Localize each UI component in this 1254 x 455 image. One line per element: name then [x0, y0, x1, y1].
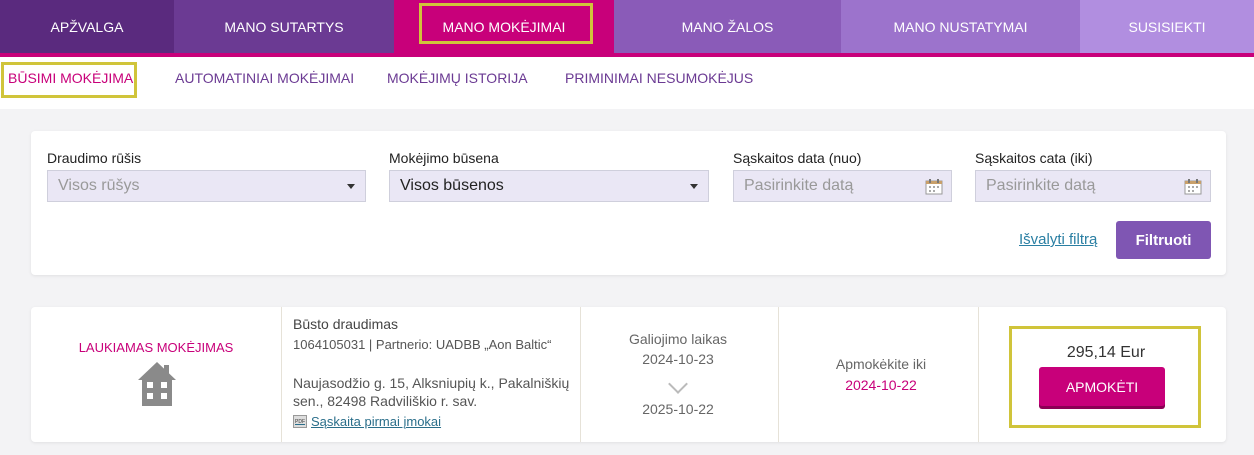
invoice-from-label: Sąskaitos data (nuo) — [733, 150, 862, 166]
filter-panel: Draudimo rūšis Visos rūšys Mokėjimo būse… — [31, 131, 1226, 275]
invoice-to-date-field[interactable]: Pasirinkite datą — [975, 170, 1211, 202]
nav-claims[interactable]: MANO ŽALOS — [614, 0, 841, 53]
chevron-down-icon — [668, 374, 688, 394]
invoice-to-placeholder: Pasirinkite datą — [986, 177, 1096, 194]
validity-to: 2025-10-22 — [642, 401, 714, 417]
validity-from: 2024-10-23 — [642, 351, 714, 367]
calendar-icon[interactable] — [1184, 178, 1202, 195]
column-divider — [580, 307, 581, 442]
pdf-icon: PDF — [293, 415, 307, 428]
nav-settings[interactable]: MANO NUSTATYMAI — [841, 0, 1080, 53]
invoice-link[interactable]: PDF Sąskaita pirmai įmokai — [293, 414, 441, 429]
sub-navigation: BŪSIMI MOKĖJIMAI AUTOMATINIAI MOKĖJIMAI … — [0, 57, 1254, 109]
policy-meta: 1064105031 | Partnerio: UADBB „Aon Balti… — [293, 337, 552, 352]
nav-overview[interactable]: APŽVALGA — [0, 0, 174, 53]
column-divider — [978, 307, 979, 442]
chevron-down-icon — [690, 184, 698, 189]
main-navigation: APŽVALGA MANO SUTARTYS MANO MOKĖJIMAI MA… — [0, 0, 1254, 53]
pay-section-highlight — [1009, 326, 1201, 428]
calendar-icon[interactable] — [925, 178, 943, 195]
tab-upcoming-highlight — [1, 62, 137, 98]
invoice-from-date-field[interactable]: Pasirinkite datą — [733, 170, 952, 202]
tab-payment-history[interactable]: MOKĖJIMŲ ISTORIJA — [387, 57, 528, 99]
payment-status-value: Visos būsenos — [400, 177, 504, 194]
nav-payments-highlight — [419, 3, 593, 44]
invoice-to-label: Sąskaitos cata (iki) — [975, 150, 1093, 166]
insurance-type-label: Draudimo rūšis — [47, 150, 142, 166]
payment-status-text: LAUKIAMAS MOKĖJIMAS — [78, 340, 234, 355]
insurance-type-value: Visos rūšys — [58, 177, 140, 194]
invoice-link-label: Sąskaita pirmai įmokai — [311, 414, 442, 429]
chevron-down-icon — [347, 184, 355, 189]
clear-filter-link[interactable]: Išvalyti filtrą — [1019, 231, 1097, 248]
nav-contact[interactable]: SUSISIEKTI — [1080, 0, 1254, 53]
payment-status-label: Mokėjimo būsena — [389, 150, 499, 166]
pay-by-label: Apmokėkite iki — [835, 356, 927, 372]
insurance-type-select[interactable]: Visos rūšys — [47, 170, 366, 202]
validity-label: Galiojimo laikas — [628, 331, 728, 347]
tab-unpaid-reminders[interactable]: PRIMINIMAI NESUMOKĖJUS — [565, 57, 753, 99]
pay-by-date: 2024-10-22 — [845, 377, 917, 393]
house-icon — [138, 362, 176, 406]
filter-button[interactable]: Filtruoti — [1116, 221, 1211, 259]
tab-automatic-payments[interactable]: AUTOMATINIAI MOKĖJIMAI — [175, 57, 354, 99]
column-divider — [281, 307, 282, 442]
nav-contracts[interactable]: MANO SUTARTYS — [174, 0, 394, 53]
column-divider — [778, 307, 779, 442]
payment-status-select[interactable]: Visos būsenos — [389, 170, 709, 202]
insurance-title: Būsto draudimas — [293, 316, 399, 332]
invoice-from-placeholder: Pasirinkite datą — [744, 177, 854, 194]
insured-address: Naujasodžio g. 15, Alksniupių k., Pakaln… — [293, 375, 570, 409]
